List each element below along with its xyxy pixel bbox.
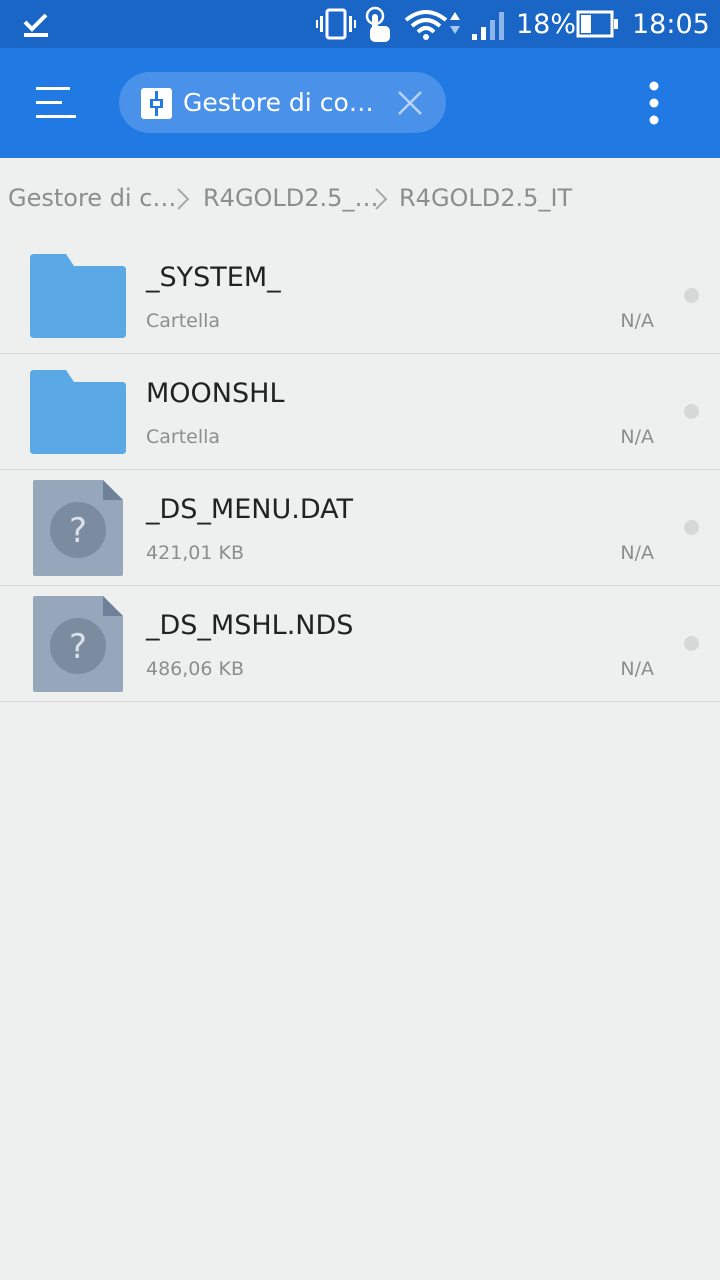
chevron-right-icon <box>375 188 388 210</box>
select-indicator[interactable] <box>684 404 699 419</box>
toolbar: Gestore di co… <box>0 48 720 158</box>
select-indicator[interactable] <box>684 288 699 303</box>
file-date: N/A <box>620 542 654 564</box>
file-date: N/A <box>620 310 654 332</box>
breadcrumb: Gestore di c… R4GOLD2.5_… R4GOLD2.5_IT <box>0 158 720 238</box>
menu-icon[interactable] <box>30 81 80 125</box>
svg-text:?: ? <box>69 511 87 551</box>
list-item[interactable]: _SYSTEM_ Cartella N/A <box>0 238 720 354</box>
vibrate-icon <box>316 8 356 40</box>
breadcrumb-item-current[interactable]: R4GOLD2.5_IT <box>399 182 572 214</box>
app-icon <box>141 88 172 119</box>
tab-file-manager[interactable]: Gestore di co… <box>119 72 446 133</box>
list-item[interactable]: ? _DS_MENU.DAT 421,01 KB N/A <box>0 470 720 586</box>
list-item[interactable]: ? _DS_MSHL.NDS 486,06 KB N/A <box>0 586 720 702</box>
select-indicator[interactable] <box>684 520 699 535</box>
breadcrumb-item-parent[interactable]: R4GOLD2.5_… <box>203 182 378 214</box>
more-vert-icon[interactable] <box>638 80 670 126</box>
file-meta: 486,06 KB <box>146 658 245 680</box>
folder-icon <box>30 370 126 454</box>
select-indicator[interactable] <box>684 636 699 651</box>
folder-icon <box>30 254 126 338</box>
battery-icon <box>576 10 618 38</box>
file-name: _SYSTEM_ <box>146 262 281 293</box>
battery-percent: 18% <box>516 9 577 40</box>
unknown-file-icon: ? <box>33 596 123 692</box>
file-meta: 421,01 KB <box>146 542 245 564</box>
file-name: MOONSHL <box>146 378 285 409</box>
file-meta: Cartella <box>146 310 221 332</box>
svg-text:?: ? <box>69 627 87 667</box>
signal-icon <box>472 12 504 40</box>
check-icon <box>23 13 48 37</box>
list-item[interactable]: MOONSHL Cartella N/A <box>0 354 720 470</box>
close-icon[interactable] <box>397 90 423 116</box>
file-date: N/A <box>620 426 654 448</box>
touch-icon <box>365 6 390 42</box>
file-list: _SYSTEM_ Cartella N/A MOONSHL Cartella N… <box>0 238 720 702</box>
tab-label: Gestore di co… <box>183 88 374 117</box>
status-bar: 18% 18:05 <box>0 0 720 48</box>
unknown-file-icon: ? <box>33 480 123 576</box>
breadcrumb-item-root[interactable]: Gestore di c… <box>8 182 176 214</box>
wifi-icon <box>404 10 460 40</box>
file-meta: Cartella <box>146 426 221 448</box>
chevron-right-icon <box>177 188 190 210</box>
file-name: _DS_MENU.DAT <box>146 494 354 525</box>
file-name: _DS_MSHL.NDS <box>146 610 354 641</box>
file-date: N/A <box>620 658 654 680</box>
clock: 18:05 <box>632 9 710 40</box>
